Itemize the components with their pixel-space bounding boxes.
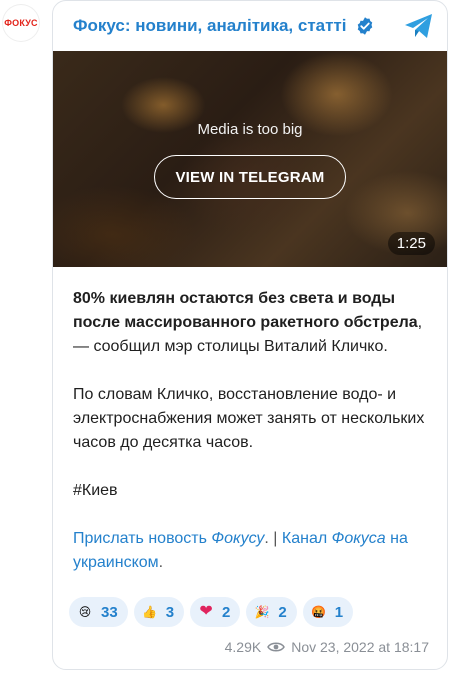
post-footer: 4.29K Nov 23, 2022 at 18:17 [225,639,429,655]
link-separator: | [268,530,282,547]
send-news-link[interactable]: Прислать новость Фокусу [73,530,264,547]
reaction-count: 3 [165,603,175,621]
crying-face-icon: 😢 [78,605,92,619]
view-count: 4.29K [224,639,262,655]
channel-avatar[interactable]: ФОКУС [2,4,40,42]
telegram-post-card: Фокус: новини, аналітика, статті Media i… [52,0,448,670]
video-duration-badge: 1:25 [387,232,435,255]
message-links: Прислать новость Фокусу. | Канал Фокуса … [73,527,429,575]
party-popper-icon: 🎉 [254,605,270,619]
view-in-telegram-button[interactable]: VIEW IN TELEGRAM [154,155,346,199]
media-preview: Media is too big VIEW IN TELEGRAM 1:25 [53,51,447,267]
reaction-count: 1 [334,603,344,621]
message-bold-lead: 80% киевлян остаются без света и воды по… [73,290,418,331]
reaction-count: 2 [222,603,231,621]
telegram-icon[interactable] [403,11,435,41]
reaction-count: 2 [278,603,287,621]
avatar-logo-text: ФОКУС [4,18,38,28]
message-text: 80% киевлян остаются без света и воды по… [53,267,447,575]
media-notice: Media is too big [197,121,303,138]
end-dot: . [158,554,164,571]
message-paragraph-2: По словам Кличко, восстановление водо- и… [73,386,425,451]
post-header: Фокус: новини, аналітика, статті [53,1,447,51]
eye-icon [267,642,286,652]
post-date[interactable]: Nov 23, 2022 at 18:17 [291,639,429,655]
reaction-count: 33 [101,603,118,621]
channel-title[interactable]: Фокус: новини, аналітика, статті [73,16,347,36]
red-heart-icon: ❤ [199,603,213,620]
angry-face-icon: 🤬 [311,605,327,619]
message-hashtag[interactable]: #Киев [73,479,429,503]
reaction-party[interactable]: 🎉 2 [246,597,297,627]
reaction-crying[interactable]: 😢 33 [69,597,128,627]
thumbs-up-icon: 👍 [142,605,158,619]
reaction-thumbs-up[interactable]: 👍 3 [133,597,185,627]
reactions-bar: 😢 33 👍 3 ❤ 2 🎉 2 🤬 1 [69,597,354,627]
reaction-heart[interactable]: ❤ 2 [190,597,241,627]
message-paragraph-1: 80% киевлян остаются без света и воды по… [73,287,429,359]
reaction-angry[interactable]: 🤬 1 [302,597,354,627]
verified-badge-icon [357,17,372,35]
